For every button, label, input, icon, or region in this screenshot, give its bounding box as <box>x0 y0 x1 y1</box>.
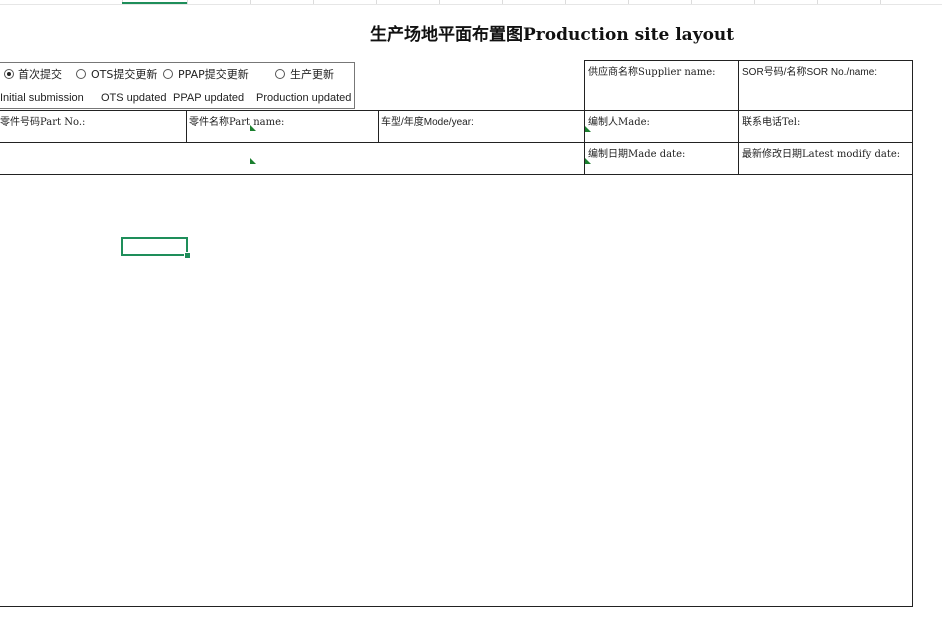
supplier-name-cell[interactable]: 供应商名称Supplier name: <box>588 63 716 78</box>
grid-line <box>0 174 913 175</box>
radio-production-updated-label[interactable]: 生产更新 <box>290 66 334 82</box>
column-divider <box>250 0 251 4</box>
grid-line <box>912 60 913 607</box>
tel-cell[interactable]: 联系电话Tel: <box>742 113 800 128</box>
radio-initial-submission-label[interactable]: 首次提交 <box>18 66 62 82</box>
column-divider <box>565 0 566 4</box>
comment-indicator-icon <box>585 158 591 164</box>
radio-ots-updated-label[interactable]: OTS提交更新 <box>91 66 157 82</box>
column-divider <box>817 0 818 4</box>
radio-initial-submission-sublabel: Initial submission <box>0 92 84 104</box>
column-divider <box>628 0 629 4</box>
grid-line <box>0 606 913 607</box>
grid-line <box>738 60 739 175</box>
column-divider <box>187 0 188 4</box>
radio-production-updated-sublabel: Production updated <box>256 92 352 104</box>
fill-handle[interactable] <box>184 252 191 259</box>
grid-line <box>0 110 913 111</box>
comment-indicator-icon <box>250 125 256 131</box>
part-name-cell[interactable]: 零件名称Part name: <box>189 113 284 128</box>
column-divider <box>880 0 881 4</box>
active-cell-selection[interactable] <box>121 237 188 256</box>
part-no-cell[interactable]: 零件号码Part No.: <box>0 113 85 128</box>
grid-line <box>584 60 913 61</box>
radio-production-updated[interactable] <box>275 69 285 79</box>
column-divider <box>754 0 755 4</box>
column-divider <box>376 0 377 4</box>
grid-line <box>186 110 187 142</box>
column-divider <box>313 0 314 4</box>
grid-line <box>0 142 913 143</box>
radio-ots-updated[interactable] <box>76 69 86 79</box>
column-divider <box>691 0 692 4</box>
grid-line <box>378 110 379 142</box>
latest-modify-date-cell[interactable]: 最新修改日期Latest modify date: <box>742 145 900 160</box>
comment-indicator-icon <box>250 158 256 164</box>
made-date-cell[interactable]: 编制日期Made date: <box>588 145 685 160</box>
comment-indicator-icon <box>585 126 591 132</box>
model-year-cell[interactable]: 车型/年度Mode/year: <box>381 113 474 128</box>
radio-ppap-updated-sublabel: PPAP updated <box>173 92 245 104</box>
radio-ppap-updated-label[interactable]: PPAP提交更新 <box>178 66 249 82</box>
column-divider <box>439 0 440 4</box>
radio-ots-updated-sublabel: OTS updated <box>101 92 167 104</box>
radio-ppap-updated[interactable] <box>163 69 173 79</box>
active-column-indicator <box>122 0 187 4</box>
radio-initial-submission[interactable] <box>4 69 14 79</box>
sor-no-cell[interactable]: SOR号码/名称SOR No./name: <box>742 63 877 78</box>
page-title: 生产场地平面布置图Production site layout <box>370 25 735 45</box>
made-by-cell[interactable]: 编制人Made: <box>588 113 650 128</box>
column-divider <box>502 0 503 4</box>
